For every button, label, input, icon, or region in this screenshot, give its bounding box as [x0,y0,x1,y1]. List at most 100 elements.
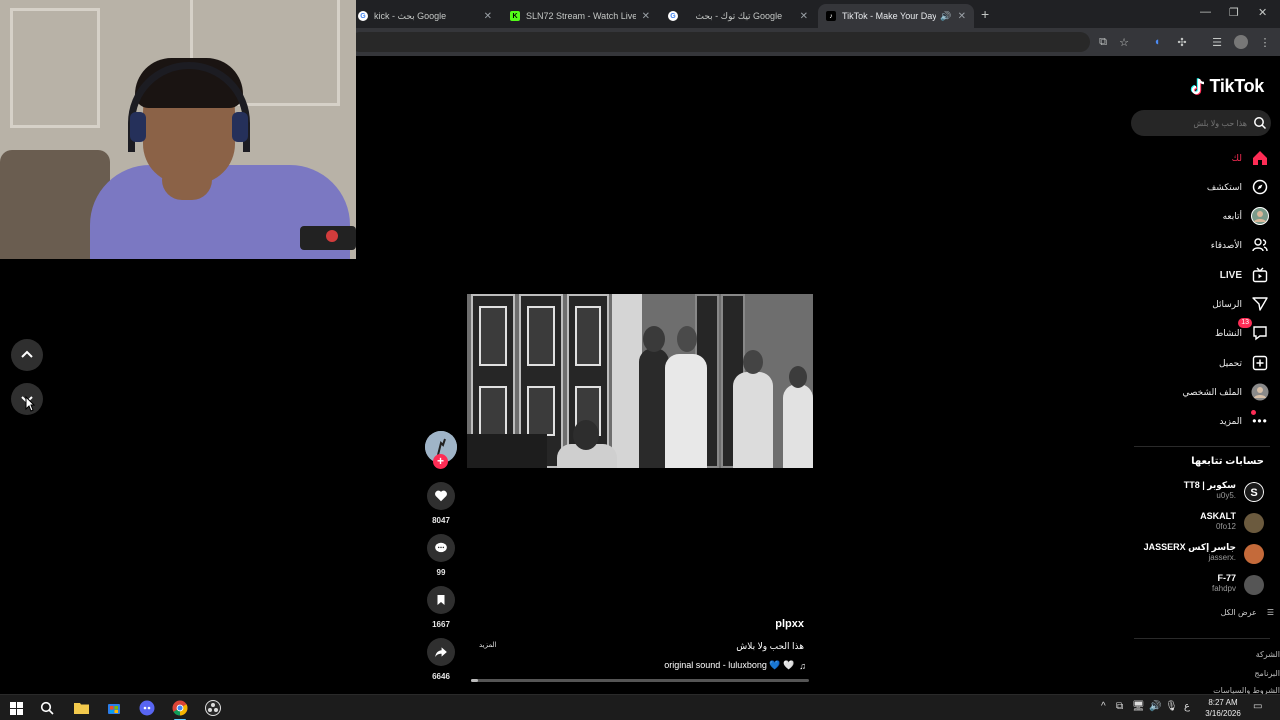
close-icon[interactable]: ✕ [484,11,492,22]
tab-kick-search[interactable]: G kick - بحث Google ✕ [350,4,500,28]
restore-icon[interactable]: ❐ [1229,6,1239,19]
profile-avatar[interactable] [1234,35,1248,49]
close-icon[interactable]: ✕ [958,11,966,22]
nav-label: تحميل [1218,357,1242,368]
video-player[interactable] [467,294,813,468]
nav-label: لك [1231,152,1242,163]
account-handle: u0y5. [1216,491,1236,500]
search-input[interactable] [1139,115,1247,131]
account-avatar [1244,544,1264,564]
clock-time: 8:27 AM [1208,698,1238,707]
upload-icon [1250,353,1270,373]
footer-link-program[interactable]: البرنامج [1254,669,1280,678]
sound-label: original sound - luluxbong 💙 🤍 [664,660,795,670]
new-tab-button[interactable]: + [981,6,989,22]
tray-app-icon[interactable]: ⧉ [1116,701,1123,712]
menu-kebab-icon[interactable]: ⋮ [1258,35,1272,49]
media-controls-icon[interactable]: ☰ [1210,35,1224,49]
see-all-label: عرض الكل [1220,608,1257,617]
nav-explore[interactable]: استكشف [1130,176,1270,198]
minimize-icon[interactable]: — [1200,6,1211,18]
microphone-icon[interactable]: 🎙 [1165,701,1178,712]
close-icon[interactable]: ✕ [800,11,808,22]
following-account[interactable]: F-77 fahdpv [1130,573,1270,599]
tiktok-note-icon [1191,77,1205,95]
file-explorer-icon[interactable] [72,699,90,717]
chrome-icon[interactable] [171,699,189,720]
live-icon [1250,265,1270,285]
close-icon[interactable]: ✕ [642,11,650,22]
windows-start-icon[interactable] [7,699,25,717]
tab-tiktok-search[interactable]: G تيك توك - بحث Google ✕ [660,4,816,28]
following-account[interactable]: جاسر إكس JASSERX jasserx. [1130,542,1270,568]
obs-icon[interactable] [204,699,222,717]
avatar-icon [1250,206,1270,226]
nav-profile[interactable]: الملف الشخصي [1130,381,1270,403]
share-button[interactable] [427,638,455,666]
more-button[interactable]: المزيد [479,641,497,649]
speaker-icon[interactable]: 🔊 [1149,701,1161,712]
close-window-icon[interactable]: ✕ [1258,6,1267,19]
address-bar[interactable] [350,32,1090,52]
language-indicator[interactable]: ع [1184,701,1190,712]
tab-tiktok[interactable]: ♪ TikTok - Make Your Day 🔊 ✕ [818,4,974,28]
nav-more[interactable]: المزيد ••• [1130,410,1270,432]
nav-label: أتابعه [1222,210,1242,221]
extension-audio-icon[interactable]: ◖ [1150,35,1164,49]
speaker-icon[interactable]: 🔊 [940,11,951,22]
notifications-icon[interactable]: ▭ [1253,701,1262,712]
video-sound[interactable]: original sound - luluxbong 💙 🤍 ♫ [590,660,806,671]
music-note-icon: ♫ [799,660,806,671]
nav-friends[interactable]: الأصدقاء [1130,234,1270,256]
streamer-hand [162,160,212,200]
extensions-icon[interactable]: ✣ [1175,35,1189,49]
nav-messages[interactable]: الرسائل [1130,293,1270,315]
nav-label: الأصدقاء [1210,239,1242,250]
nav-upload[interactable]: تحميل [1130,352,1270,374]
account-avatar [1244,513,1264,533]
discord-icon[interactable] [138,699,156,717]
nav-following[interactable]: أتابعه [1130,205,1270,227]
search-icon[interactable] [38,699,56,717]
video-progress-bar[interactable] [471,679,809,682]
progress-fill [471,679,478,682]
comment-count: 99 [436,568,446,577]
bookmark-star-icon[interactable]: ☆ [1117,35,1131,49]
search-icon[interactable] [1253,116,1267,130]
comment-button[interactable] [427,534,455,562]
previous-video-button[interactable] [11,339,43,371]
tab-kick-stream[interactable]: K SLN72 Stream - Watch Live on ✕ [502,4,658,28]
bookmark-icon [437,595,445,605]
home-icon [1250,148,1270,168]
footer-link-company[interactable]: الشركة [1256,650,1280,659]
follow-plus-button[interactable]: + [433,454,448,469]
nav-activity[interactable]: النشاط 13 [1130,318,1270,344]
following-account[interactable]: S سكوبر | TT8 u0y5. [1130,480,1270,506]
nav-live[interactable]: LIVE [1130,264,1270,286]
following-account[interactable]: ASKALT 0fo12 [1130,511,1270,537]
webcam-overlay [0,0,356,259]
store-icon[interactable] [105,699,123,717]
account-name: سكوبر | TT8 [1183,480,1236,490]
account-name: F-77 [1217,573,1236,583]
system-clock[interactable]: 8:27 AM 3/16/2026 [1198,697,1248,719]
mouse-cursor [25,396,35,412]
person-head [789,366,807,388]
chevron-up-icon[interactable]: ^ [1101,701,1106,712]
nav-for-you[interactable]: لك [1130,147,1270,169]
tiktok-icon: ♪ [826,11,836,21]
like-button[interactable] [427,482,455,510]
install-app-icon[interactable]: ⧉ [1096,35,1110,49]
see-all-button[interactable]: ☰ عرض الكل [1221,608,1274,617]
tiktok-logo[interactable]: TikTok [1190,76,1264,97]
person-head [743,350,763,374]
person-head [573,420,599,450]
nav-label: المزيد [1219,415,1242,426]
comment-icon [435,542,447,553]
search-box[interactable] [1131,110,1271,136]
wall-panel [10,8,100,128]
nav-label: الملف الشخصي [1182,386,1242,397]
network-icon[interactable]: 🖥 [1132,701,1145,712]
save-button[interactable] [427,586,455,614]
video-username[interactable]: plpxx [700,618,804,630]
